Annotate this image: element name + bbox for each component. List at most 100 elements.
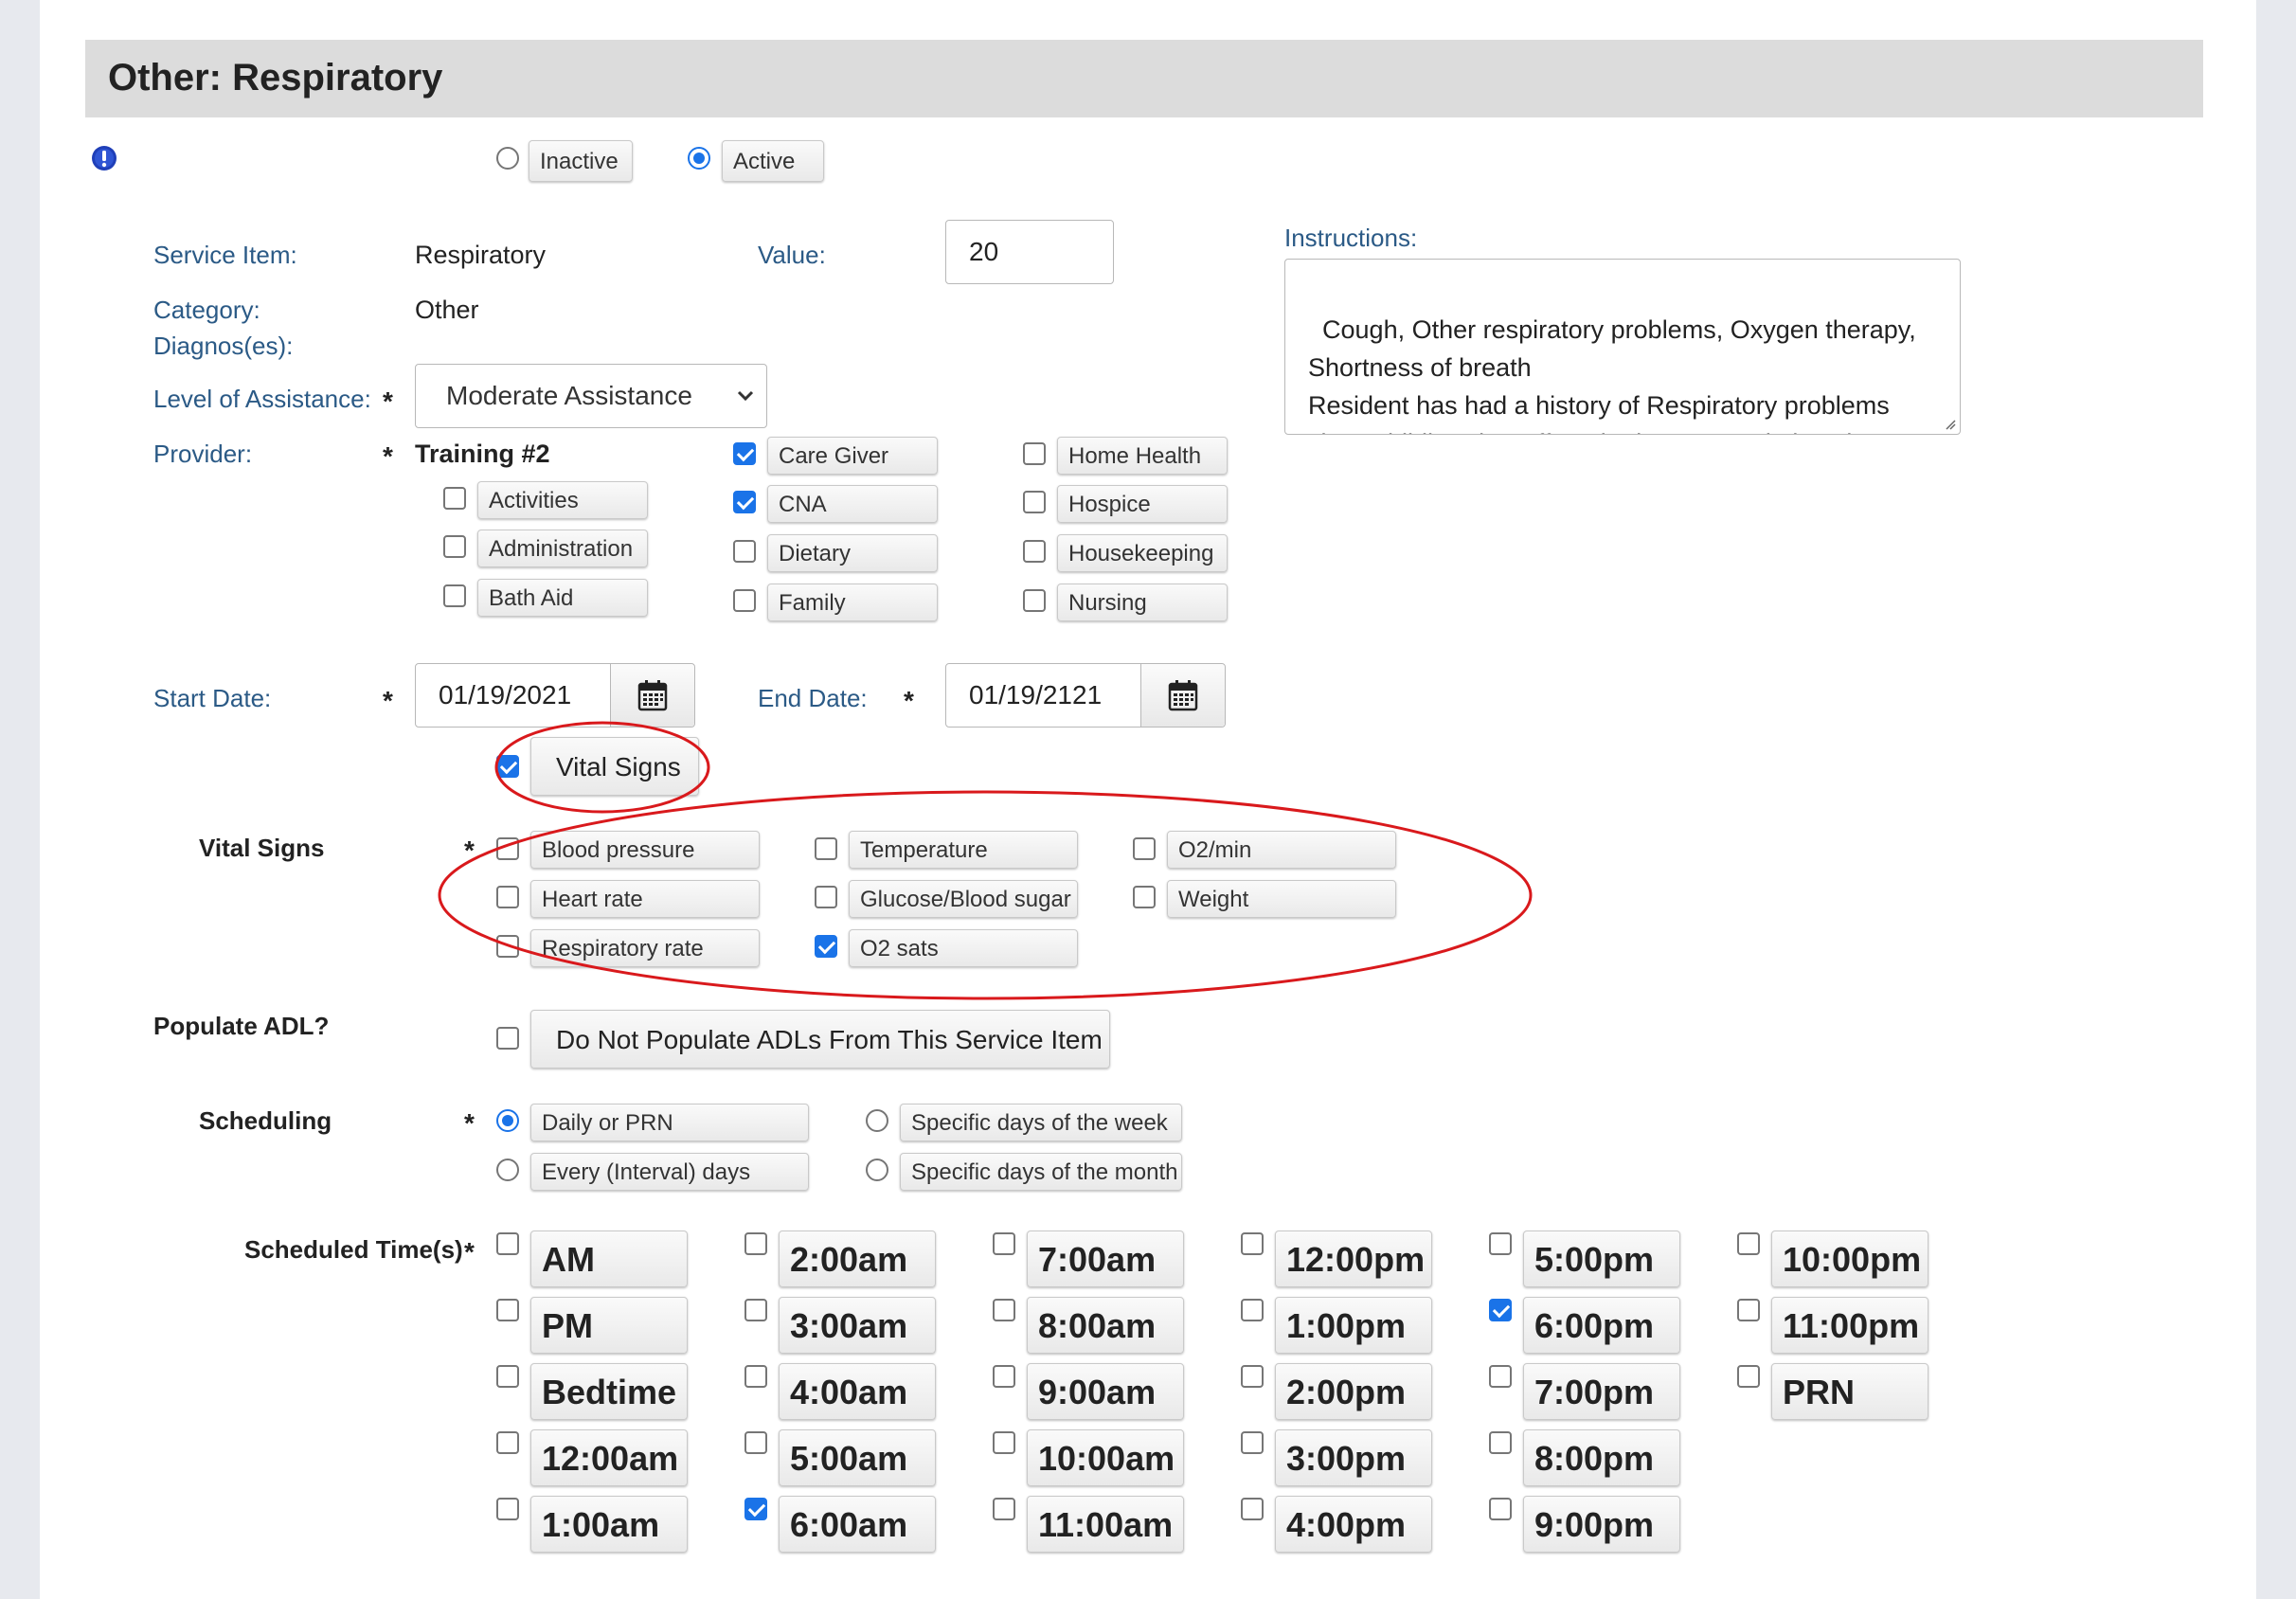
time-option[interactable]: 7:00pm	[1523, 1363, 1680, 1420]
time-checkbox[interactable]	[1241, 1232, 1264, 1255]
provider-housekeeping[interactable]: Housekeeping	[1057, 534, 1228, 572]
provider-cna-checkbox[interactable]	[733, 491, 756, 513]
scheduling-interval-days[interactable]: Every (Interval) days	[530, 1153, 809, 1191]
provider-administration[interactable]: Administration	[477, 530, 648, 567]
provider-dietary[interactable]: Dietary	[767, 534, 938, 572]
time-option[interactable]: 9:00pm	[1523, 1496, 1680, 1553]
time-option[interactable]: 6:00am	[779, 1496, 936, 1553]
time-option[interactable]: PM	[530, 1297, 688, 1354]
provider-housekeeping-checkbox[interactable]	[1023, 540, 1046, 563]
provider-bath-aid-checkbox[interactable]	[443, 584, 466, 607]
provider-hospice[interactable]: Hospice	[1057, 485, 1228, 523]
time-checkbox[interactable]	[993, 1498, 1015, 1520]
time-option[interactable]: 10:00pm	[1771, 1231, 1928, 1287]
populate-adl-option[interactable]: Do Not Populate ADLs From This Service I…	[530, 1010, 1110, 1069]
vital-blood-pressure[interactable]: Blood pressure	[530, 831, 760, 869]
time-checkbox[interactable]	[1489, 1299, 1512, 1321]
time-checkbox[interactable]	[1489, 1232, 1512, 1255]
time-option[interactable]: 11:00am	[1027, 1496, 1184, 1553]
scheduling-daily-prn[interactable]: Daily or PRN	[530, 1104, 809, 1141]
active-label[interactable]: Active	[722, 140, 824, 182]
time-checkbox[interactable]	[1241, 1365, 1264, 1388]
time-option[interactable]: 1:00pm	[1275, 1297, 1432, 1354]
instructions-textarea[interactable]: Cough, Other respiratory problems, Oxyge…	[1284, 259, 1961, 435]
time-option[interactable]: 3:00am	[779, 1297, 936, 1354]
vital-o2-sats-checkbox[interactable]	[815, 935, 837, 958]
time-checkbox[interactable]	[496, 1365, 519, 1388]
time-checkbox[interactable]	[744, 1299, 767, 1321]
vital-o2-min-checkbox[interactable]	[1133, 837, 1156, 860]
vital-respiratory-rate[interactable]: Respiratory rate	[530, 929, 760, 967]
time-checkbox[interactable]	[744, 1431, 767, 1454]
populate-adl-checkbox[interactable]	[496, 1027, 519, 1050]
provider-home-health[interactable]: Home Health	[1057, 437, 1228, 475]
vital-respiratory-rate-checkbox[interactable]	[496, 935, 519, 958]
provider-dietary-checkbox[interactable]	[733, 540, 756, 563]
time-option[interactable]: 3:00pm	[1275, 1429, 1432, 1486]
active-radio[interactable]	[688, 147, 710, 170]
provider-home-health-checkbox[interactable]	[1023, 442, 1046, 465]
time-checkbox[interactable]	[496, 1232, 519, 1255]
time-option[interactable]: 6:00pm	[1523, 1297, 1680, 1354]
time-checkbox[interactable]	[496, 1498, 519, 1520]
time-option[interactable]: 4:00pm	[1275, 1496, 1432, 1553]
provider-activities-checkbox[interactable]	[443, 487, 466, 510]
time-checkbox[interactable]	[1489, 1498, 1512, 1520]
provider-bath-aid[interactable]: Bath Aid	[477, 579, 648, 617]
time-option[interactable]: 4:00am	[779, 1363, 936, 1420]
provider-activities[interactable]: Activities	[477, 481, 648, 519]
time-option[interactable]: 12:00am	[530, 1429, 688, 1486]
vital-signs-toggle-button[interactable]: Vital Signs	[530, 737, 699, 796]
time-checkbox[interactable]	[496, 1431, 519, 1454]
time-option[interactable]: 9:00am	[1027, 1363, 1184, 1420]
scheduling-interval-days-radio[interactable]	[496, 1159, 519, 1181]
provider-nursing[interactable]: Nursing	[1057, 584, 1228, 621]
provider-care-giver[interactable]: Care Giver	[767, 437, 938, 475]
time-option[interactable]: 11:00pm	[1771, 1297, 1928, 1354]
time-checkbox[interactable]	[1241, 1431, 1264, 1454]
vital-glucose[interactable]: Glucose/Blood sugar	[849, 880, 1078, 918]
time-option[interactable]: 5:00am	[779, 1429, 936, 1486]
time-checkbox[interactable]	[1241, 1299, 1264, 1321]
time-option[interactable]: PRN	[1771, 1363, 1928, 1420]
provider-family[interactable]: Family	[767, 584, 938, 621]
value-input[interactable]: 20	[945, 220, 1114, 284]
provider-administration-checkbox[interactable]	[443, 535, 466, 558]
time-checkbox[interactable]	[744, 1365, 767, 1388]
vital-temperature[interactable]: Temperature	[849, 831, 1078, 869]
time-checkbox[interactable]	[993, 1431, 1015, 1454]
vital-heart-rate[interactable]: Heart rate	[530, 880, 760, 918]
provider-family-checkbox[interactable]	[733, 589, 756, 612]
time-checkbox[interactable]	[1489, 1431, 1512, 1454]
inactive-radio[interactable]	[496, 147, 519, 170]
time-option[interactable]: 12:00pm	[1275, 1231, 1432, 1287]
end-date-input[interactable]: 01/19/2121	[945, 663, 1226, 728]
time-option[interactable]: 2:00pm	[1275, 1363, 1432, 1420]
end-date-calendar-button[interactable]	[1140, 664, 1225, 727]
start-date-calendar-button[interactable]	[610, 664, 694, 727]
time-checkbox[interactable]	[1489, 1365, 1512, 1388]
vital-signs-toggle-checkbox[interactable]	[496, 755, 519, 778]
time-checkbox[interactable]	[744, 1232, 767, 1255]
time-checkbox[interactable]	[993, 1365, 1015, 1388]
time-checkbox[interactable]	[993, 1299, 1015, 1321]
scheduling-days-of-month[interactable]: Specific days of the month	[900, 1153, 1182, 1191]
time-option[interactable]: Bedtime	[530, 1363, 688, 1420]
time-option[interactable]: 1:00am	[530, 1496, 688, 1553]
time-option[interactable]: 8:00am	[1027, 1297, 1184, 1354]
provider-cna[interactable]: CNA	[767, 485, 938, 523]
provider-nursing-checkbox[interactable]	[1023, 589, 1046, 612]
time-checkbox[interactable]	[1737, 1232, 1760, 1255]
level-of-assistance-select[interactable]: Moderate Assistance	[415, 364, 767, 428]
time-option[interactable]: 2:00am	[779, 1231, 936, 1287]
vital-heart-rate-checkbox[interactable]	[496, 886, 519, 908]
time-option[interactable]: 7:00am	[1027, 1231, 1184, 1287]
vital-glucose-checkbox[interactable]	[815, 886, 837, 908]
time-option[interactable]: 8:00pm	[1523, 1429, 1680, 1486]
vital-weight-checkbox[interactable]	[1133, 886, 1156, 908]
time-checkbox[interactable]	[993, 1232, 1015, 1255]
provider-care-giver-checkbox[interactable]	[733, 442, 756, 465]
scheduling-days-of-week[interactable]: Specific days of the week	[900, 1104, 1182, 1141]
provider-hospice-checkbox[interactable]	[1023, 491, 1046, 513]
vital-temperature-checkbox[interactable]	[815, 837, 837, 860]
